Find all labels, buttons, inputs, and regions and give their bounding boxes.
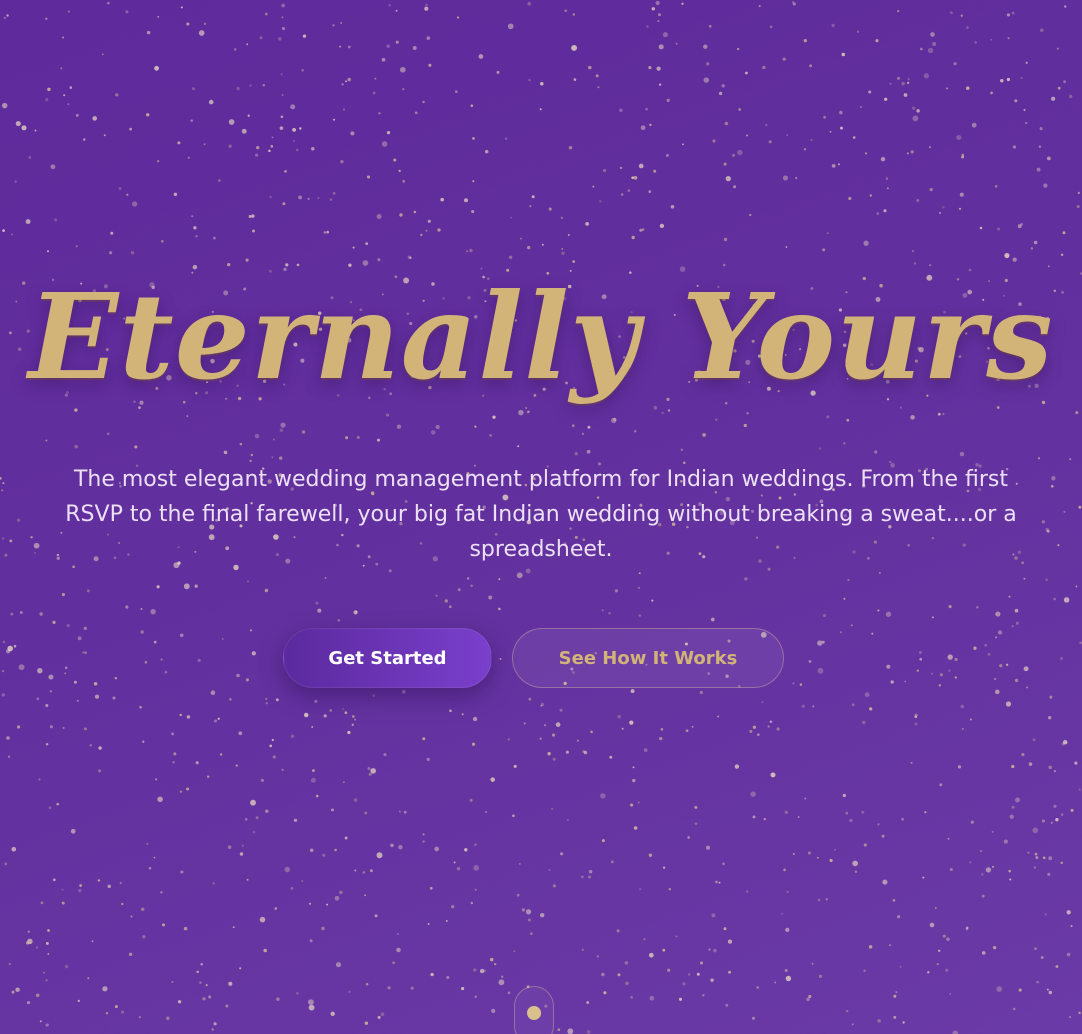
brand-title: Eternally Yours bbox=[28, 267, 1054, 406]
scroll-dot bbox=[527, 1006, 541, 1020]
scroll-mouse-icon[interactable] bbox=[514, 986, 554, 1034]
see-how-it-works-label: See How It Works bbox=[558, 647, 738, 669]
get-started-button[interactable]: Get Started bbox=[283, 628, 492, 688]
get-started-label: Get Started bbox=[328, 647, 447, 669]
see-how-it-works-button[interactable]: See How It Works bbox=[512, 628, 784, 688]
hero-tagline: The most elegant wedding management plat… bbox=[65, 467, 1017, 562]
hero-section: Eternally Yours The most elegant wedding… bbox=[0, 0, 1082, 1034]
